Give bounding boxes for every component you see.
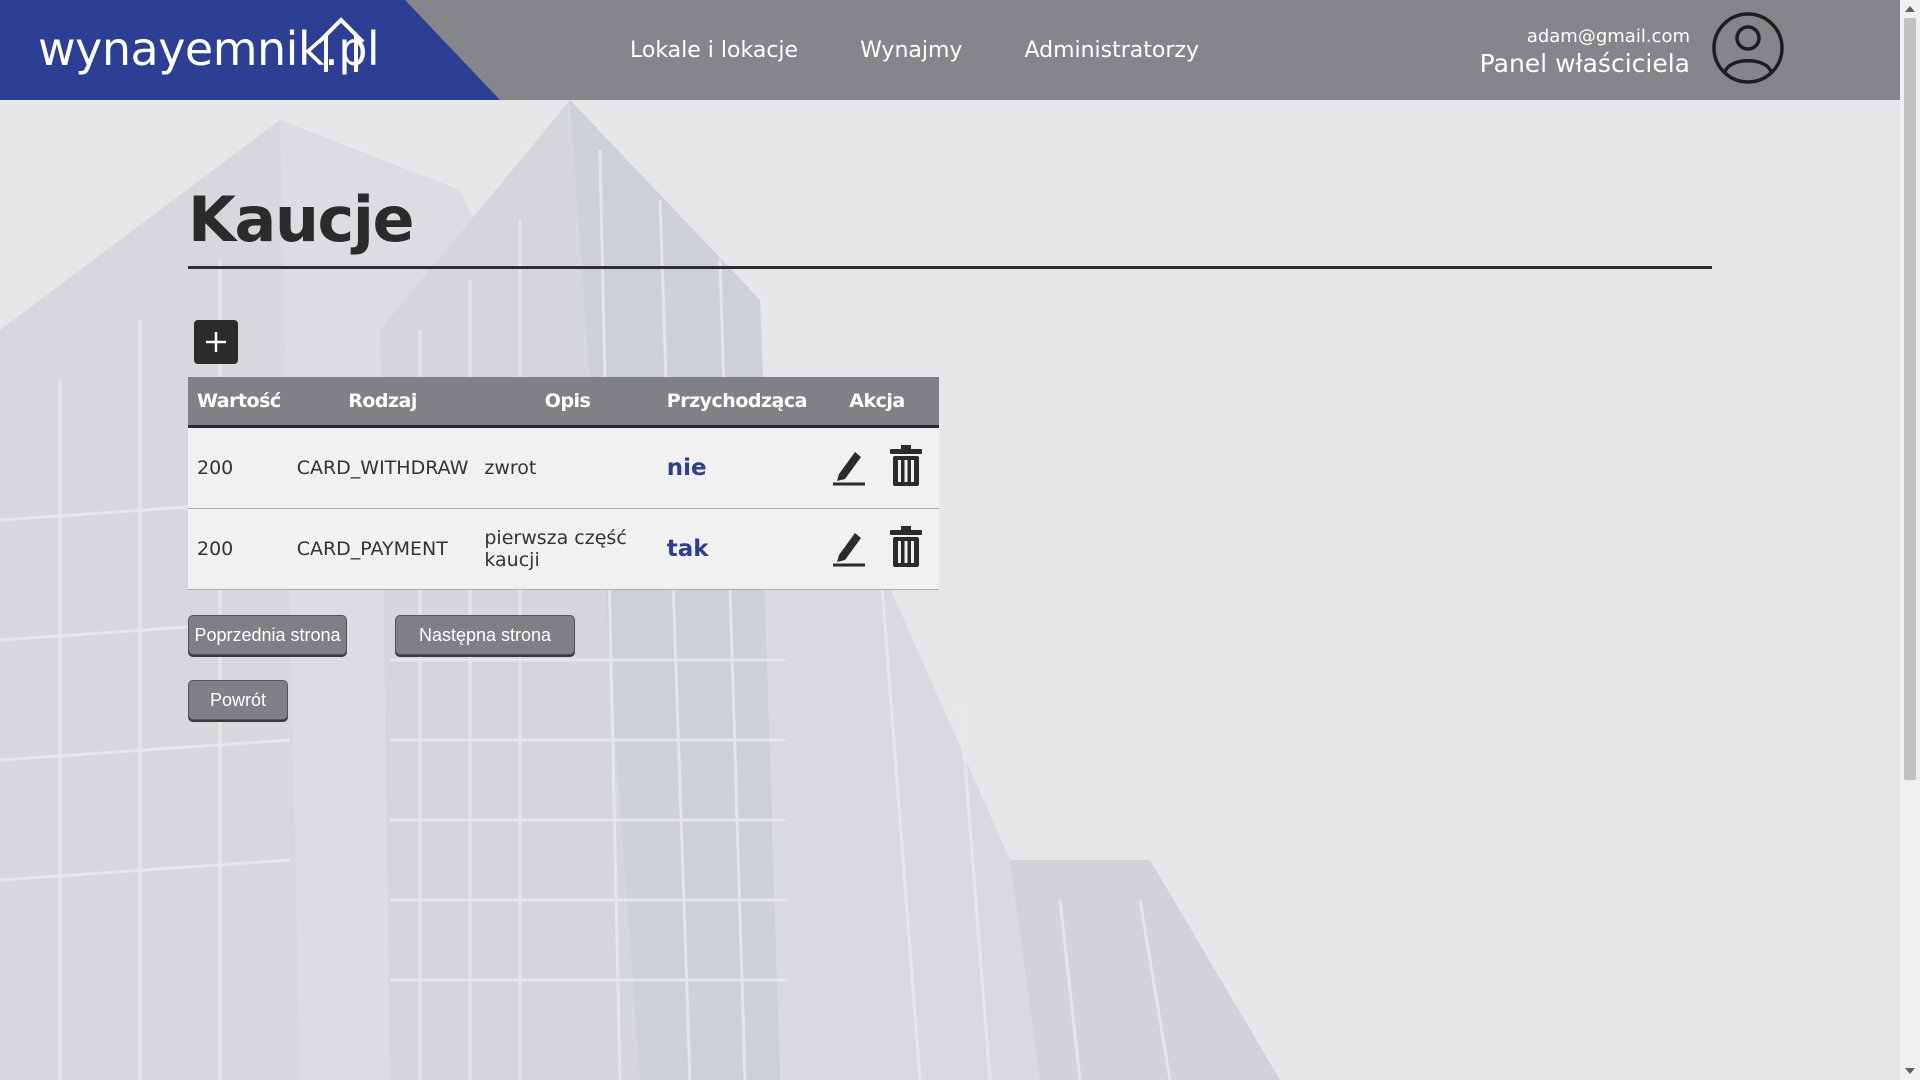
trash-icon [890, 444, 922, 486]
column-header-incoming: Przychodząca [658, 377, 815, 428]
table-row: 200 CARD_WITHDRAW zwrot nie [188, 426, 939, 509]
delete-button[interactable] [889, 525, 923, 573]
page-title: Kaucje [188, 183, 415, 256]
cell-incoming: tak [658, 508, 815, 590]
cell-type: CARD_PAYMENT [288, 508, 477, 590]
trash-icon [890, 525, 922, 567]
pencil-icon [832, 532, 865, 566]
user-info[interactable]: adam@gmail.com Panel właściciela [1480, 26, 1690, 80]
cell-type: CARD_WITHDRAW [288, 426, 477, 509]
cell-actions [814, 426, 939, 509]
scroll-down-arrow-icon[interactable] [1905, 1068, 1915, 1074]
top-header: wynayemnik.pl Lokale i lokacje Wynajmy A… [0, 0, 1900, 100]
user-avatar-icon[interactable] [1711, 11, 1785, 85]
cell-value: 200 [188, 508, 289, 590]
next-page-button[interactable]: Następna strona [395, 615, 575, 655]
nav-wynajmy[interactable]: Wynajmy [860, 38, 962, 63]
add-deposit-button[interactable] [194, 320, 238, 364]
deposits-table: Wartość Rodzaj Opis Przychodząca Akcja 2… [188, 377, 939, 590]
edit-button[interactable] [831, 446, 867, 491]
table-row: 200 CARD_PAYMENT pierwsza część kaucji t… [188, 508, 939, 590]
column-header-type: Rodzaj [288, 377, 477, 428]
edit-button[interactable] [831, 527, 867, 572]
house-icon [317, 17, 365, 72]
page-scrollbar[interactable] [1900, 0, 1920, 1080]
delete-button[interactable] [889, 444, 923, 492]
cell-incoming: nie [658, 426, 815, 509]
column-header-action: Akcja [814, 377, 939, 428]
logo[interactable]: wynayemnik.pl [0, 0, 500, 100]
cell-description: zwrot [476, 426, 659, 509]
scrollbar-thumb[interactable] [1904, 18, 1916, 780]
nav-lokale[interactable]: Lokale i lokacje [630, 38, 798, 63]
cell-value: 200 [188, 426, 289, 509]
pencil-icon [832, 451, 865, 485]
nav-administratorzy[interactable]: Administratorzy [1024, 38, 1199, 63]
table-header-row: Wartość Rodzaj Opis Przychodząca Akcja [188, 377, 939, 428]
back-button[interactable]: Powrót [188, 680, 288, 720]
cell-actions [814, 508, 939, 590]
scroll-up-arrow-icon[interactable] [1905, 6, 1915, 12]
title-divider [188, 266, 1712, 269]
cell-description: pierwsza część kaucji [476, 508, 659, 590]
plus-icon [206, 332, 226, 352]
column-header-value: Wartość [188, 377, 289, 428]
main-content: Kaucje Wartość Rodzaj Opis Przychodząca … [188, 100, 1712, 720]
user-role: Panel właściciela [1479, 49, 1690, 78]
previous-page-button[interactable]: Poprzednia strona [188, 615, 347, 655]
main-nav: Lokale i lokacje Wynajmy Administratorzy [630, 0, 1261, 100]
user-email: adam@gmail.com [1526, 26, 1690, 47]
column-header-description: Opis [476, 377, 659, 428]
